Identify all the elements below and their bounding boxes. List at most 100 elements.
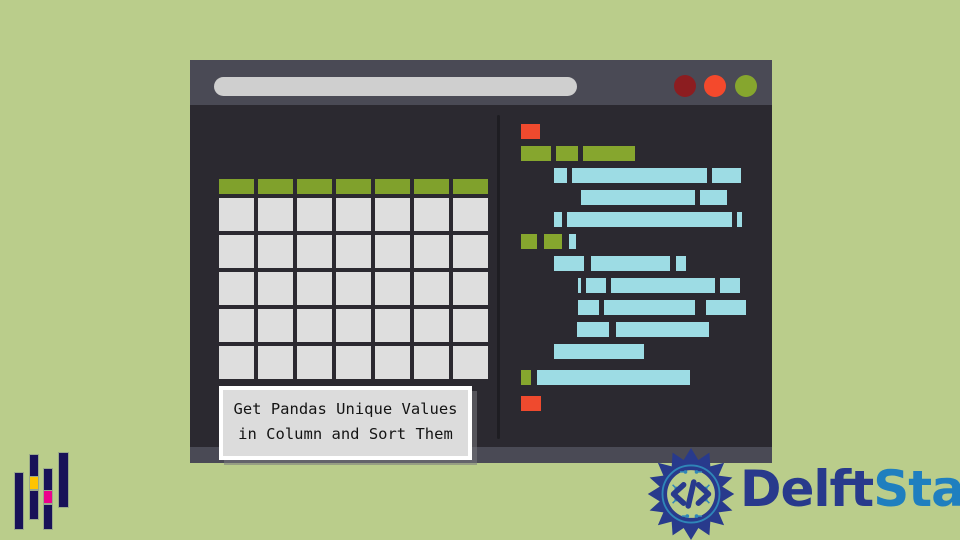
spreadsheet-cell-4-3[interactable] — [334, 344, 373, 381]
browser-window: Get Pandas Unique Values in Column and S… — [190, 60, 772, 463]
code-token-blue — [576, 321, 610, 338]
spreadsheet-cell-0-2[interactable] — [295, 196, 334, 233]
code-token-blue — [553, 343, 645, 360]
code-token-green — [543, 233, 563, 250]
cover-canvas: Get Pandas Unique Values in Column and S… — [0, 0, 960, 540]
spreadsheet-header-cell-3[interactable] — [334, 177, 373, 196]
code-token-blue — [736, 211, 743, 228]
barcode-bar-pink — [43, 490, 53, 504]
spreadsheet-cell-3-6[interactable] — [451, 307, 490, 344]
spreadsheet-cell-2-5[interactable] — [412, 270, 451, 307]
spreadsheet-cell-1-5[interactable] — [412, 233, 451, 270]
spreadsheet-cell-2-4[interactable] — [373, 270, 412, 307]
spreadsheet-cell-0-3[interactable] — [334, 196, 373, 233]
code-token-green — [582, 145, 636, 162]
barcode-bar-navy — [58, 452, 69, 508]
spreadsheet-row — [217, 196, 490, 233]
code-token-green — [520, 233, 538, 250]
spreadsheet-cell-3-0[interactable] — [217, 307, 256, 344]
spreadsheet-cell-4-5[interactable] — [412, 344, 451, 381]
spreadsheet-cell-1-6[interactable] — [451, 233, 490, 270]
barcode-logo — [14, 452, 86, 530]
spreadsheet-header-cell-6[interactable] — [451, 177, 490, 196]
code-token-blue — [719, 277, 741, 294]
code-token-red — [520, 123, 541, 140]
barcode-bar-amber — [29, 476, 39, 490]
spreadsheet-cell-4-0[interactable] — [217, 344, 256, 381]
delftstack-emblem-icon — [647, 448, 735, 540]
code-token-blue — [699, 189, 728, 206]
code-token-green — [520, 145, 552, 162]
panel-divider — [497, 115, 500, 439]
spreadsheet-row — [217, 270, 490, 307]
code-token-blue — [577, 277, 582, 294]
code-token-green — [520, 369, 532, 386]
code-token-blue — [585, 277, 607, 294]
code-token-blue — [553, 211, 563, 228]
window-maximize-button[interactable] — [735, 75, 757, 97]
spreadsheet-cell-1-0[interactable] — [217, 233, 256, 270]
spreadsheet-table[interactable] — [217, 177, 490, 381]
spreadsheet-cell-1-3[interactable] — [334, 233, 373, 270]
spreadsheet-header-row — [217, 177, 490, 196]
spreadsheet-cell-3-1[interactable] — [256, 307, 295, 344]
spreadsheet-header-cell-2[interactable] — [295, 177, 334, 196]
address-bar-input[interactable] — [214, 77, 577, 96]
spreadsheet-cell-2-0[interactable] — [217, 270, 256, 307]
spreadsheet-cell-0-0[interactable] — [217, 196, 256, 233]
spreadsheet-row — [217, 233, 490, 270]
spreadsheet-cell-3-5[interactable] — [412, 307, 451, 344]
spreadsheet-header-cell-4[interactable] — [373, 177, 412, 196]
spreadsheet-cell-1-1[interactable] — [256, 233, 295, 270]
spreadsheet-cell-4-2[interactable] — [295, 344, 334, 381]
code-token-blue — [711, 167, 742, 184]
spreadsheet-cell-4-1[interactable] — [256, 344, 295, 381]
barcode-bar-navy — [14, 472, 24, 530]
code-token-blue — [675, 255, 687, 272]
delftstack-logo: DelftStack — [645, 446, 960, 540]
browser-content-area: Get Pandas Unique Values in Column and S… — [190, 105, 772, 460]
caption-line-1: Get Pandas Unique Values — [233, 400, 458, 418]
spreadsheet-cell-3-4[interactable] — [373, 307, 412, 344]
code-token-blue — [553, 167, 568, 184]
spreadsheet-header-cell-5[interactable] — [412, 177, 451, 196]
spreadsheet-cell-2-6[interactable] — [451, 270, 490, 307]
spreadsheet-header-cell-0[interactable] — [217, 177, 256, 196]
code-token-blue — [553, 255, 585, 272]
code-pane[interactable] — [520, 123, 765, 433]
spreadsheet-cell-0-4[interactable] — [373, 196, 412, 233]
window-close-button[interactable] — [674, 75, 696, 97]
spreadsheet-cell-2-2[interactable] — [295, 270, 334, 307]
code-token-blue — [577, 299, 600, 316]
spreadsheet-cell-1-4[interactable] — [373, 233, 412, 270]
code-token-blue — [615, 321, 710, 338]
barcode-bar-navy — [29, 490, 39, 520]
window-minimize-button[interactable] — [704, 75, 726, 97]
caption-line-2: in Column and Sort Them — [238, 425, 453, 443]
code-token-blue — [580, 189, 696, 206]
spreadsheet-cell-0-5[interactable] — [412, 196, 451, 233]
spreadsheet-cell-3-2[interactable] — [295, 307, 334, 344]
delftstack-word-secondary: Stack — [873, 460, 960, 518]
code-token-green — [555, 145, 579, 162]
spreadsheet-cell-1-2[interactable] — [295, 233, 334, 270]
spreadsheet-cell-3-3[interactable] — [334, 307, 373, 344]
barcode-bar-navy — [43, 504, 53, 530]
spreadsheet-cell-0-1[interactable] — [256, 196, 295, 233]
code-token-blue — [705, 299, 747, 316]
delftstack-wordmark: DelftStack — [740, 460, 960, 518]
code-token-blue — [566, 211, 733, 228]
caption-box-inner: Get Pandas Unique Values in Column and S… — [223, 390, 468, 456]
delftstack-word-primary: Delft — [740, 460, 874, 518]
code-token-red — [520, 395, 542, 412]
browser-title-bar — [190, 60, 772, 105]
spreadsheet-cell-2-1[interactable] — [256, 270, 295, 307]
code-token-blue — [536, 369, 691, 386]
spreadsheet-header-cell-1[interactable] — [256, 177, 295, 196]
spreadsheet-cell-4-4[interactable] — [373, 344, 412, 381]
spreadsheet-cell-0-6[interactable] — [451, 196, 490, 233]
spreadsheet-cell-2-3[interactable] — [334, 270, 373, 307]
code-token-blue — [603, 299, 696, 316]
spreadsheet-row — [217, 344, 490, 381]
spreadsheet-cell-4-6[interactable] — [451, 344, 490, 381]
